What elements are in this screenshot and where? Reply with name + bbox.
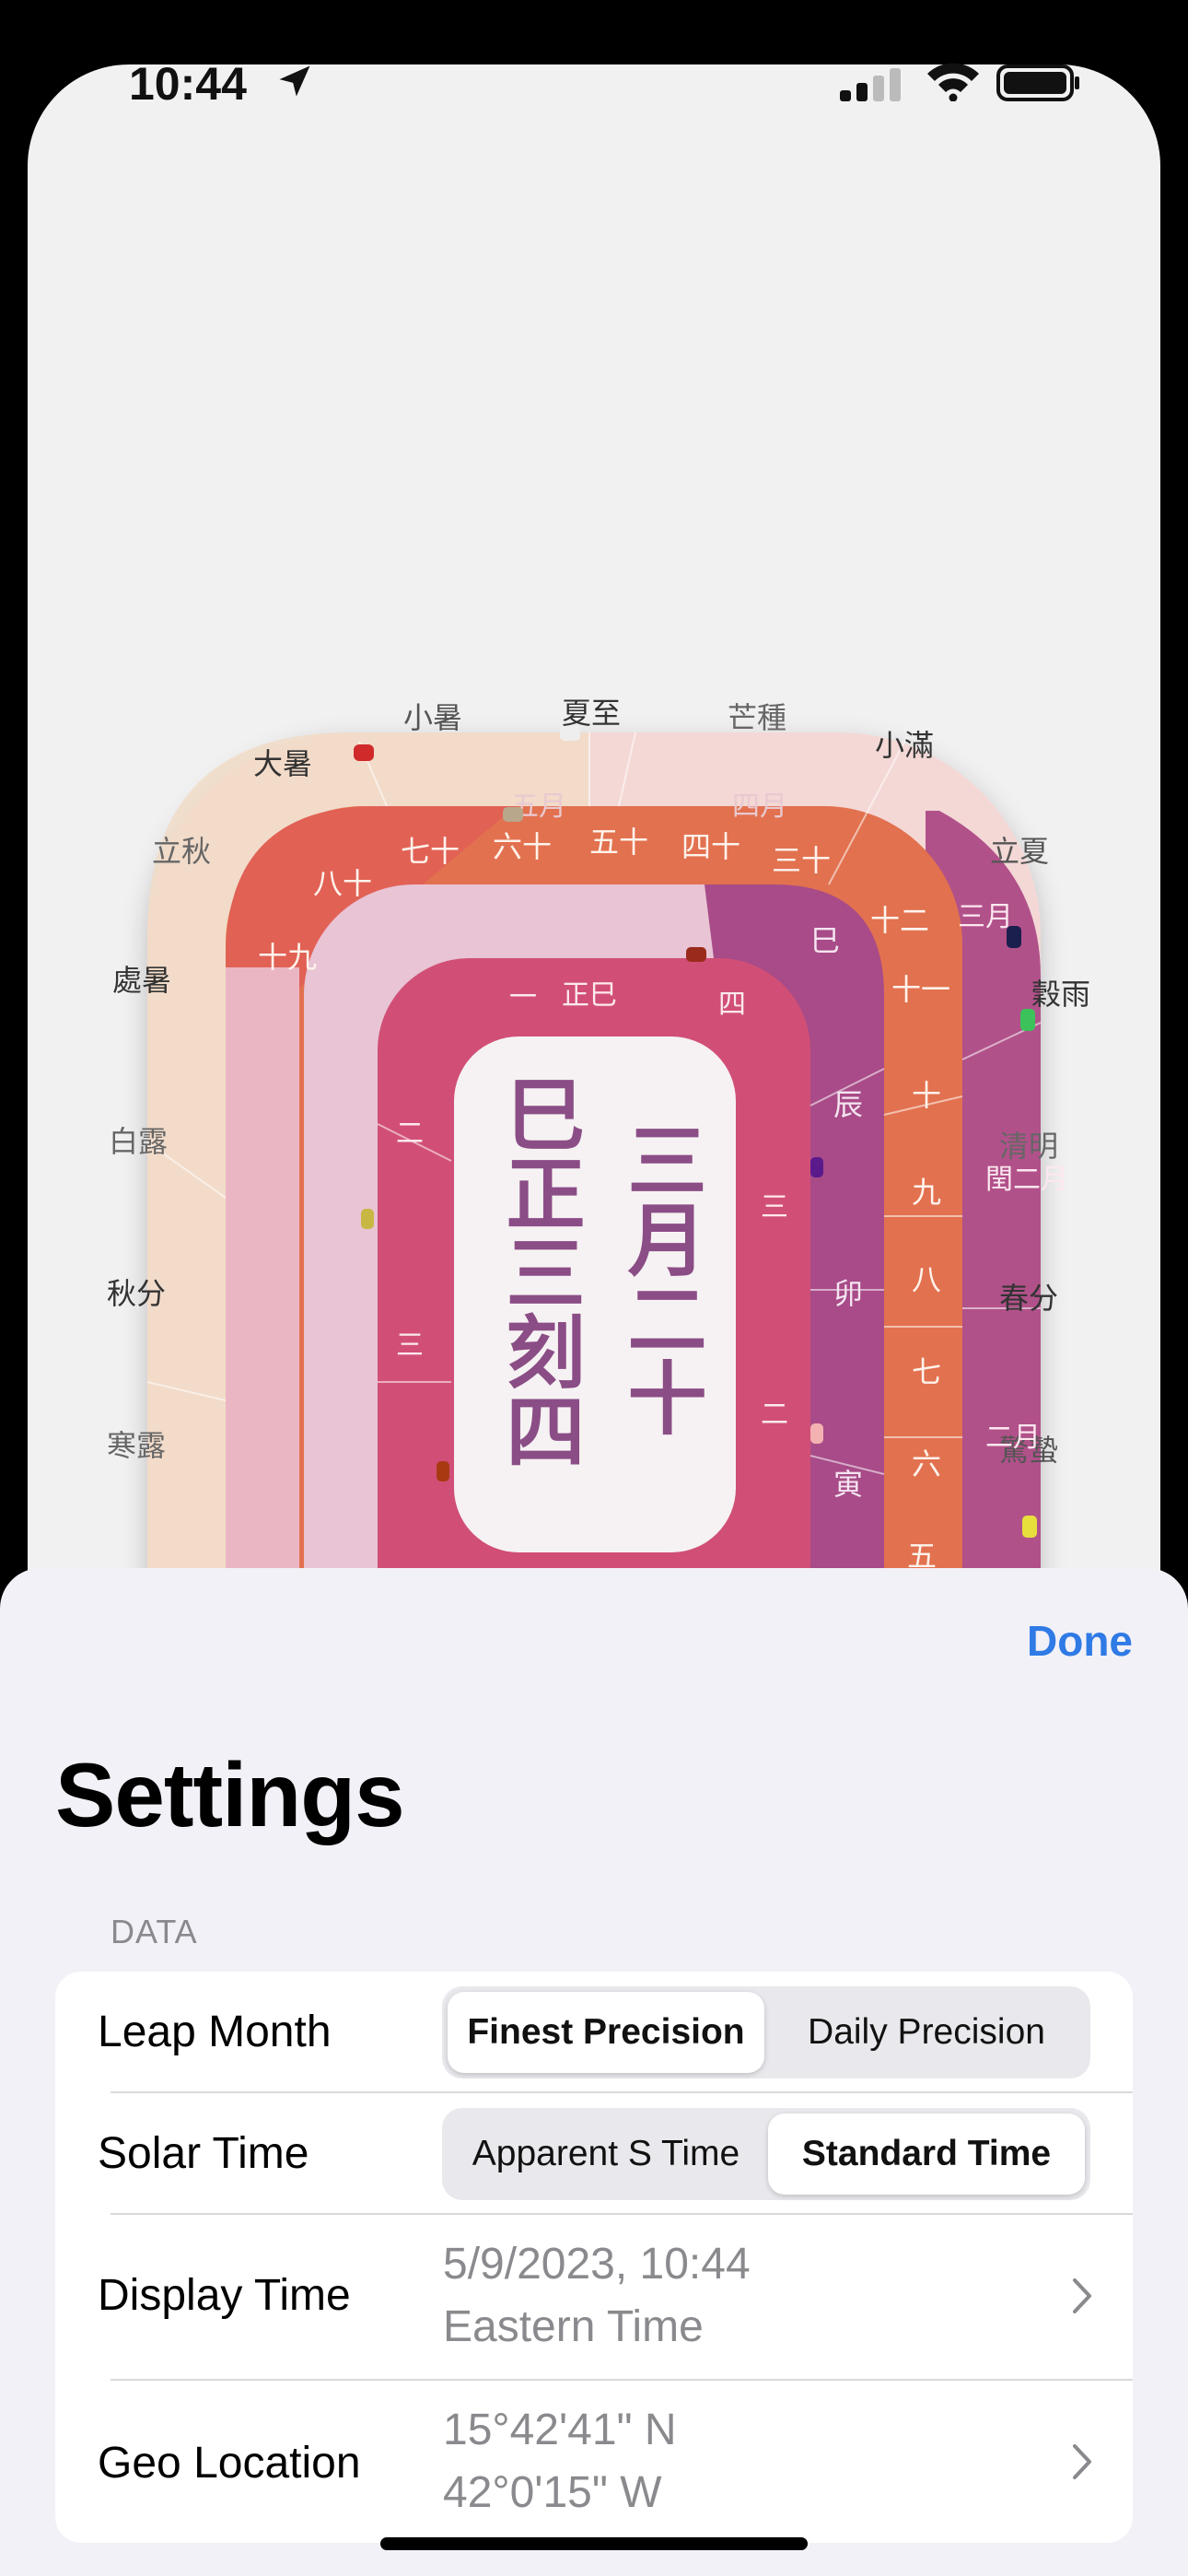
- leap-month-row: Leap Month Finest Precision Daily Precis…: [55, 1972, 1133, 2091]
- display-time-zone: Eastern Time: [443, 2302, 704, 2351]
- month-label: 四月: [732, 790, 787, 823]
- section-header-data: DATA: [111, 1913, 198, 1950]
- center-time-text: 巳正三刻四: [492, 1073, 584, 1469]
- row-label: Geo Location: [98, 2439, 361, 2488]
- display-time-value: 5/9/2023, 10:44 Eastern Time: [443, 2233, 751, 2359]
- day-label: 三十: [772, 843, 831, 878]
- leap-month-segmented-control: Finest Precision Daily Precision: [442, 1986, 1090, 2078]
- segment-finest-precision[interactable]: Finest Precision: [448, 1992, 764, 2073]
- solar-time-row: Solar Time Apparent S Time Standard Time: [55, 2093, 1133, 2213]
- page-title: Settings: [55, 1744, 405, 1845]
- term-label: 小暑: [403, 700, 462, 735]
- chevron-right-icon: [1073, 2278, 1091, 2313]
- term-label: 芒種: [728, 700, 786, 735]
- hour-label: 巳: [810, 923, 840, 958]
- quarter-label: 四: [718, 989, 746, 1021]
- day-label: 十: [912, 1078, 941, 1113]
- month-label: 二月: [985, 1422, 1041, 1454]
- geo-latitude: 15°42'41" N: [443, 2406, 677, 2454]
- day-label: 七: [912, 1354, 941, 1389]
- row-label: Solar Time: [98, 2129, 309, 2178]
- term-label: 小滿: [875, 728, 934, 763]
- day-label: 十二: [870, 903, 929, 938]
- hour-label: 寅: [833, 1467, 863, 1502]
- day-label: 十一: [891, 972, 950, 1007]
- term-label: 處暑: [112, 963, 171, 998]
- quarter-label: 三: [761, 1191, 788, 1224]
- term-label: 清明: [999, 1129, 1058, 1164]
- geo-location-row[interactable]: Geo Location 15°42'41" N 42°0'15" W: [55, 2381, 1133, 2543]
- solar-time-segmented-control: Apparent S Time Standard Time: [442, 2108, 1090, 2200]
- day-label: 五十: [589, 825, 648, 860]
- home-indicator[interactable]: [380, 2537, 808, 2550]
- geo-longitude: 42°0'15" W: [443, 2468, 662, 2517]
- term-label: 夏至: [562, 696, 621, 731]
- segment-standard-time[interactable]: Standard Time: [768, 2113, 1085, 2195]
- row-label: Display Time: [98, 2271, 351, 2320]
- term-label: 立秋: [152, 834, 211, 869]
- month-label: 三月: [958, 901, 1013, 933]
- day-label: 八: [912, 1262, 941, 1297]
- day-label: 九: [912, 1175, 941, 1210]
- day-label: 六十: [493, 829, 552, 864]
- term-label: 大暑: [253, 746, 312, 781]
- quarter-label: 正巳: [562, 979, 617, 1012]
- quarter-label: 二: [396, 1118, 424, 1150]
- center-date-text: 三月二十: [613, 1119, 705, 1436]
- day-label: 十九: [258, 940, 317, 975]
- day-label: 七十: [401, 834, 460, 869]
- hour-label: 卯: [833, 1276, 863, 1311]
- term-label: 寒露: [107, 1428, 166, 1463]
- geo-location-value: 15°42'41" N 42°0'15" W: [443, 2399, 677, 2524]
- day-label: 四十: [681, 829, 740, 864]
- segment-apparent-solar-time[interactable]: Apparent S Time: [448, 2113, 764, 2195]
- quarter-label: 二: [761, 1399, 788, 1431]
- chevron-right-icon: [1073, 2444, 1091, 2479]
- calendar-clock-face: 夏至 芒種 小滿 立夏 穀雨 清明 春分 驚蟄 小暑 大暑 立秋 處暑 白露 秋…: [107, 696, 1090, 1585]
- settings-group: Leap Month Finest Precision Daily Precis…: [55, 1972, 1133, 2543]
- settings-sheet: Done Settings DATA Leap Month Finest Pre…: [0, 1568, 1188, 2576]
- done-button[interactable]: Done: [1027, 1616, 1133, 1666]
- quarter-label: 三: [396, 1329, 424, 1362]
- quarter-label: 一: [509, 981, 537, 1013]
- term-label: 春分: [999, 1281, 1058, 1316]
- display-time-date: 5/9/2023, 10:44: [443, 2240, 751, 2289]
- month-label: 閏二月: [985, 1164, 1068, 1196]
- term-label: 白露: [109, 1124, 168, 1159]
- day-label: 八十: [313, 866, 372, 901]
- term-label: 立夏: [990, 834, 1049, 869]
- row-label: Leap Month: [98, 2008, 332, 2056]
- display-time-row[interactable]: Display Time 5/9/2023, 10:44 Eastern Tim…: [55, 2215, 1133, 2379]
- segment-daily-precision[interactable]: Daily Precision: [768, 1992, 1085, 2073]
- term-label: 穀雨: [1031, 977, 1090, 1012]
- term-label: 秋分: [107, 1276, 166, 1311]
- hour-label: 辰: [833, 1087, 863, 1122]
- day-label: 六: [912, 1446, 941, 1481]
